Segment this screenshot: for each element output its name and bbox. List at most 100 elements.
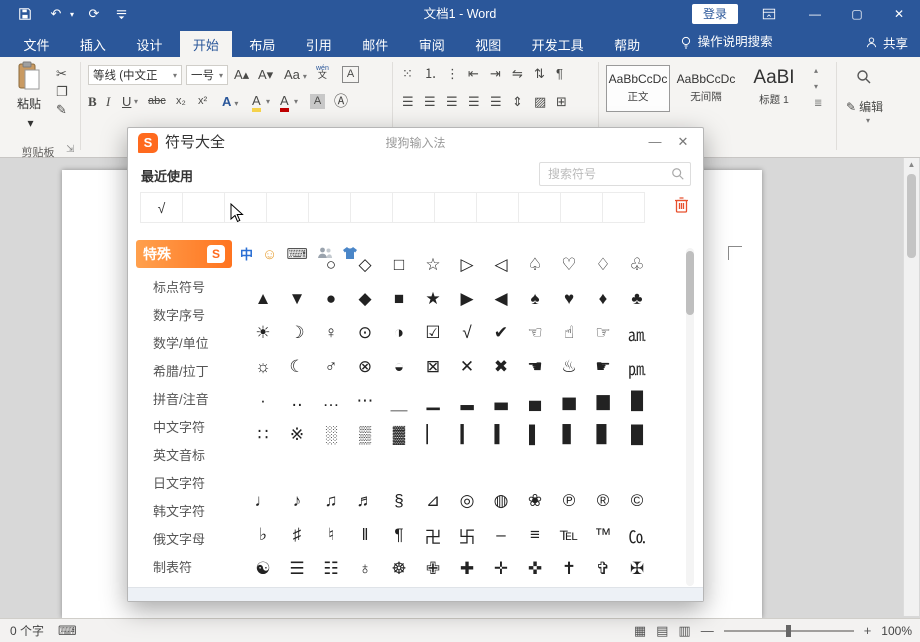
symbol-cell[interactable]: ≡	[518, 518, 552, 552]
symbol-cell[interactable]: ∷	[246, 418, 280, 452]
symbol-cell[interactable]: ▆	[586, 384, 620, 418]
symbol-cell[interactable]: ✚	[450, 552, 484, 586]
dialog-close-button[interactable]: ✕	[669, 128, 697, 156]
scroll-up-arrow-icon[interactable]: ▲	[904, 158, 919, 172]
symbol-cell[interactable]: ☰	[280, 552, 314, 586]
font-name-combo[interactable]: 等线 (中文正 ▾	[88, 65, 182, 85]
login-button[interactable]: 登录	[692, 4, 738, 24]
increase-indent-button[interactable]: ⇥	[490, 67, 501, 80]
sort-button[interactable]: ⇅	[534, 67, 545, 80]
symbol-cell[interactable]: ㏂	[620, 316, 654, 350]
symbol-cell[interactable]: ☸	[382, 552, 416, 586]
symbol-cell[interactable]: √	[450, 316, 484, 350]
symbol-cell[interactable]: ㏘	[620, 350, 654, 384]
symbol-cell[interactable]: ▌	[518, 418, 552, 452]
clipboard-dialog-launcher[interactable]: ⇲	[66, 145, 74, 155]
symbol-cell[interactable]: ☝	[552, 316, 586, 350]
underline-button[interactable]: U	[122, 95, 131, 108]
style-card-normal[interactable]: AaBbCcDc 正文	[606, 65, 670, 112]
recent-symbol-cell[interactable]	[308, 192, 351, 223]
symbol-cell[interactable]: ⊿	[416, 484, 450, 518]
symbol-cell[interactable]: ▋	[552, 418, 586, 452]
grow-font-button[interactable]: A▴	[234, 68, 249, 81]
symbol-grid-scrollbar[interactable]	[686, 248, 694, 586]
symbol-cell[interactable]: ♡	[552, 248, 586, 282]
symbol-cell[interactable]: ⊙	[348, 316, 382, 350]
symbol-cell[interactable]: □	[382, 248, 416, 282]
font-color-button[interactable]: A	[280, 94, 289, 112]
cut-button[interactable]: ✂	[56, 67, 67, 80]
symbol-cell[interactable]: ◇	[348, 248, 382, 282]
symbol-cell[interactable]: ＿	[382, 384, 416, 418]
tab-review[interactable]: 审阅	[406, 31, 458, 60]
dialog-minimize-button[interactable]: —	[641, 128, 669, 156]
symbol-cell[interactable]: ‖	[348, 518, 382, 552]
tab-file[interactable]: 文件	[10, 31, 62, 60]
styles-scroll-down[interactable]: ▾	[814, 83, 818, 91]
symbol-cell[interactable]: ◎	[450, 484, 484, 518]
symbol-cell[interactable]: ☾	[280, 350, 314, 384]
symbol-cell[interactable]: ▄	[518, 384, 552, 418]
recent-symbol-cell[interactable]	[434, 192, 477, 223]
symbol-cell[interactable]: ♥	[552, 282, 586, 316]
bold-button[interactable]: B	[88, 95, 97, 108]
symbol-cell[interactable]: ♮	[314, 518, 348, 552]
symbol-cell[interactable]: ✜	[518, 552, 552, 586]
recent-symbol-cell[interactable]	[266, 192, 309, 223]
superscript-button[interactable]: x²	[198, 96, 207, 107]
category-item[interactable]: 拼音/注音	[128, 386, 240, 414]
justify-button[interactable]: ☰	[468, 95, 480, 108]
tab-mailings[interactable]: 邮件	[349, 31, 401, 60]
ribbon-display-options-button[interactable]	[754, 0, 784, 28]
close-button[interactable]: ✕	[878, 0, 920, 28]
symbol-cell[interactable]: ◑	[382, 316, 416, 350]
symbol-cell[interactable]: ❀	[518, 484, 552, 518]
style-card-heading1[interactable]: AaBI 标题 1	[742, 65, 806, 112]
zoom-in-button[interactable]: +	[864, 624, 872, 637]
symbol-cell[interactable]: ※	[280, 418, 314, 452]
category-item[interactable]: 英文音标	[128, 442, 240, 470]
search-button[interactable]	[856, 69, 872, 87]
symbol-cell[interactable]: ◒	[382, 350, 416, 384]
symbol-cell[interactable]: ✕	[450, 350, 484, 384]
symbol-cell[interactable]: ▒	[348, 418, 382, 452]
symbol-cell[interactable]: ▃	[484, 384, 518, 418]
symbol-cell[interactable]: ☞	[586, 316, 620, 350]
word-count[interactable]: 0 个字	[10, 622, 44, 639]
scrollbar-thumb[interactable]	[907, 174, 916, 258]
symbol-cell[interactable]: ⋯	[348, 384, 382, 418]
zoom-out-button[interactable]: —	[701, 624, 714, 637]
edit-group-button[interactable]: ✎ 编辑	[846, 101, 883, 113]
symbol-cell[interactable]: ☛	[586, 350, 620, 384]
symbol-cell[interactable]: ©	[620, 484, 654, 518]
character-border-button[interactable]: A	[342, 66, 359, 83]
symbol-cell[interactable]: ▂	[450, 384, 484, 418]
symbol-cell[interactable]: ♤	[518, 248, 552, 282]
symbol-cell[interactable]: ✝	[552, 552, 586, 586]
special-symbols-tab[interactable]: 特殊 S	[136, 240, 232, 268]
keyboard-status-icon[interactable]: ⌨	[58, 624, 77, 637]
symbol-cell[interactable]: ℡	[552, 518, 586, 552]
symbol-cell[interactable]: ☆	[416, 248, 450, 282]
symbol-cell[interactable]: ♠	[518, 282, 552, 316]
symbol-cell[interactable]: 卐	[450, 518, 484, 552]
symbol-cell[interactable]: ♫	[314, 484, 348, 518]
symbol-cell[interactable]: ■	[382, 282, 416, 316]
category-item[interactable]: 中文字符	[128, 414, 240, 442]
zoom-slider-thumb[interactable]	[786, 625, 791, 637]
enclose-characters-button[interactable]: Ⓐ	[334, 94, 348, 108]
web-layout-button[interactable]: ▥	[678, 624, 690, 637]
recent-symbol-cell[interactable]	[392, 192, 435, 223]
borders-button[interactable]: ⊞	[556, 95, 567, 108]
text-effects-button[interactable]: A▾	[222, 95, 238, 108]
symbol-cell[interactable]	[246, 248, 280, 282]
font-color-dropdown[interactable]: ▾	[294, 98, 298, 106]
share-button[interactable]: 共享	[865, 28, 908, 57]
symbol-cell[interactable]: ♧	[620, 248, 654, 282]
symbol-cell[interactable]: ¶	[382, 518, 416, 552]
symbol-cell[interactable]: ✠	[620, 552, 654, 586]
shrink-font-button[interactable]: A▾	[258, 68, 273, 81]
symbol-cell[interactable]: ♁	[348, 552, 382, 586]
symbol-cell[interactable]: █	[620, 418, 654, 452]
minimize-button[interactable]: —	[794, 0, 836, 28]
